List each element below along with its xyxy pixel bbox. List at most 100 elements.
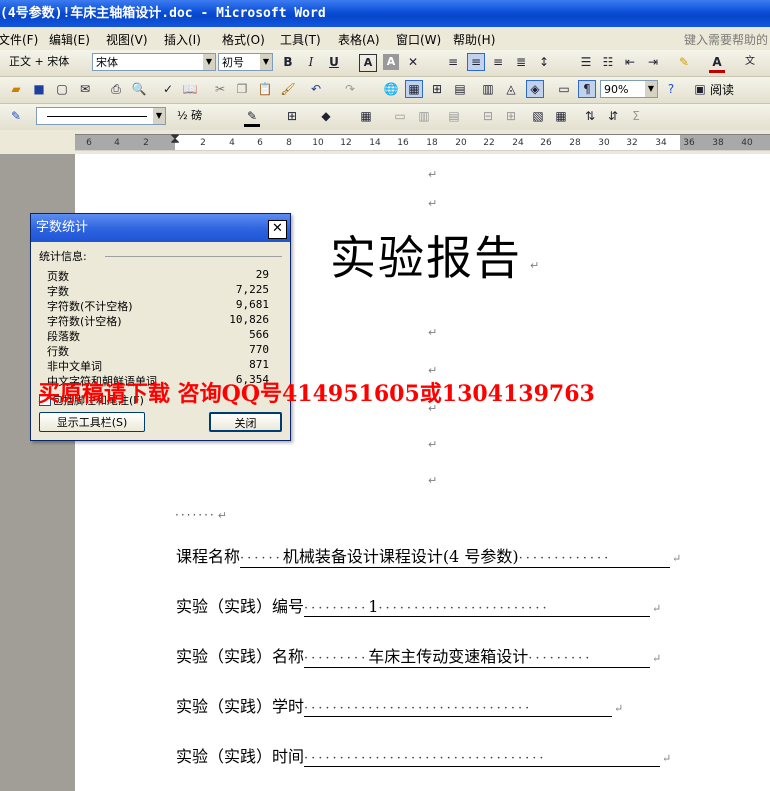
line-style-combo[interactable]: ▼ [36,107,166,125]
spelling-icon[interactable]: ✓ [160,81,176,97]
menu-file[interactable]: 文件(F) [0,31,38,48]
paragraph-mark-icon[interactable]: ¶ [578,80,596,98]
style-combo[interactable]: 正文 + 宋体 [6,53,86,71]
print-icon[interactable]: ⎙ [108,81,124,97]
paragraph-mark: ↵ [428,197,438,210]
open-folder-icon[interactable]: ▰ [8,81,24,97]
numbering-icon[interactable]: ☰ [578,54,594,70]
outside-border-icon[interactable]: ⊞ [284,108,300,124]
print-preview-icon[interactable]: 🔍 [131,81,147,97]
highlight-icon[interactable]: ✎ [676,54,692,70]
zoom-combo[interactable]: 90% ▼ [600,80,658,98]
ruler-tick: 24 [512,138,524,148]
show-toolbar-button[interactable]: 显示工具栏(S) [39,412,145,432]
research-icon[interactable]: 📖 [182,81,198,97]
drawing-icon[interactable]: ◬ [503,81,519,97]
save-icon[interactable]: ■ [31,81,47,97]
menu-tools[interactable]: 工具(T) [280,31,321,48]
field-value-line[interactable]: ································ [304,697,613,717]
align-left-icon[interactable]: ≡ [445,54,461,70]
font-combo[interactable]: 宋体 ▼ [92,53,216,71]
close-button[interactable]: 关闭 [209,412,282,432]
menu-help[interactable]: 帮助(H) [453,31,495,48]
insert-table-icon[interactable]: ⊞ [429,81,445,97]
distribute-rows-icon[interactable]: ⊟ [480,108,496,124]
email-icon[interactable]: ✉ [77,81,93,97]
window-title-bar[interactable]: (4号参数)!车床主轴箱设计.doc - Microsoft Word [0,0,770,27]
line-weight-combo[interactable]: ½ 磅 [174,107,232,125]
decrease-indent-icon[interactable]: ⇤ [622,54,638,70]
columns-icon[interactable]: ▥ [480,81,496,97]
menu-table[interactable]: 表格(A) [338,31,380,48]
field-value-line[interactable]: ·········车床主传动变速箱设计········· [304,643,651,668]
char-scale-icon[interactable]: ✕ [405,54,421,70]
format-painter-icon[interactable]: 🖌 [280,81,296,97]
underline-button[interactable]: U [326,54,342,70]
italic-button[interactable]: I [303,54,319,70]
read-icon[interactable]: ▣ [692,81,708,97]
permission-icon[interactable]: ▢ [54,81,70,97]
dotted-line-text: ······· [175,508,216,522]
stat-value: 10,826 [229,313,269,326]
leader-dots: ············· [518,551,612,566]
field-value-line[interactable]: ·································· [304,747,661,767]
draw-table-icon[interactable]: ✎ [8,108,24,124]
char-shading-button[interactable]: A [383,54,399,70]
font-size-combo[interactable]: 初号 ▼ [218,53,273,71]
dialog-title-bar[interactable]: 字数统计 ✕ [31,214,290,242]
copy-icon[interactable]: ❐ [234,81,250,97]
align-center-icon[interactable]: ≡ [467,53,485,71]
phonetic-guide-icon[interactable]: 文 [742,54,758,70]
menu-window[interactable]: 窗口(W) [396,31,441,48]
field-label: 实验（实践）编号 [176,597,305,616]
leader-dots: ·································· [304,751,547,766]
field-experiment-number: 实验（实践）编号·········1······················… [176,593,661,617]
menu-format[interactable]: 格式(O) [222,31,265,48]
font-color-icon[interactable]: A [709,54,725,73]
tables-borders-icon[interactable]: ▦ [405,80,423,98]
split-cells-icon[interactable]: ▥ [416,108,432,124]
paste-icon[interactable]: 📋 [257,81,273,97]
sort-descending-icon[interactable]: ⇵ [605,108,621,124]
distribute-columns-icon[interactable]: ⊞ [503,108,519,124]
insert-table-icon[interactable]: ▦ [358,108,374,124]
sort-ascending-icon[interactable]: ⇅ [582,108,598,124]
menu-edit[interactable]: 编辑(E) [49,31,90,48]
bold-button[interactable]: B [280,54,296,70]
text-direction-icon[interactable]: ▦ [553,108,569,124]
char-border-button[interactable]: A [359,54,377,72]
hyperlink-icon[interactable]: 🌐 [383,81,399,97]
help-search-box[interactable]: 键入需要帮助的 [684,31,768,48]
insert-excel-icon[interactable]: ▤ [452,81,468,97]
align-right-icon[interactable]: ≡ [490,54,506,70]
shading-color-icon[interactable]: ◆ [318,108,334,124]
menu-view[interactable]: 视图(V) [106,31,148,48]
help-icon[interactable]: ? [663,81,679,97]
ruler-tick: 28 [569,138,581,148]
show-hide-icon[interactable]: ▭ [556,81,572,97]
menu-insert[interactable]: 插入(I) [164,31,201,48]
cut-icon[interactable]: ✂ [212,81,228,97]
horizontal-ruler[interactable]: 6 4 2 ⧗ 2 4 6 8 10 12 14 16 18 20 22 24 … [0,130,770,154]
read-button[interactable]: 阅读 [710,81,734,98]
indent-marker-icon[interactable]: ⧗ [170,131,180,147]
document-map-icon[interactable]: ◈ [526,80,544,98]
undo-icon[interactable]: ↶ [308,81,324,97]
table-autoformat-icon[interactable]: ▧ [530,108,546,124]
standard-toolbar: ▰ ■ ▢ ✉ ⎙ 🔍 ✓ 📖 ✂ ❐ 📋 🖌 ↶ ↷ 🌐 ▦ ⊞ ▤ ▥ ◬ … [0,77,770,104]
border-color-icon[interactable]: ✎ [244,108,260,127]
bullets-icon[interactable]: ☷ [600,54,616,70]
field-value-line[interactable]: ·········1························ [304,597,651,617]
autosum-icon[interactable]: Σ [628,108,644,124]
line-spacing-icon[interactable]: ↕ [536,54,552,70]
justify-icon[interactable]: ≣ [513,54,529,70]
align-cell-icon[interactable]: ▤ [446,108,462,124]
paragraph-mark: ↵ [614,702,624,715]
merge-cells-icon[interactable]: ▭ [392,108,408,124]
close-icon[interactable]: ✕ [268,220,287,239]
increase-indent-icon[interactable]: ⇥ [645,54,661,70]
ruler-tick: 26 [540,138,552,148]
redo-icon[interactable]: ↷ [342,81,358,97]
field-value-line[interactable]: ······机械装备设计课程设计(4 号参数)············· [240,543,671,568]
stat-value: 7,225 [235,283,269,296]
